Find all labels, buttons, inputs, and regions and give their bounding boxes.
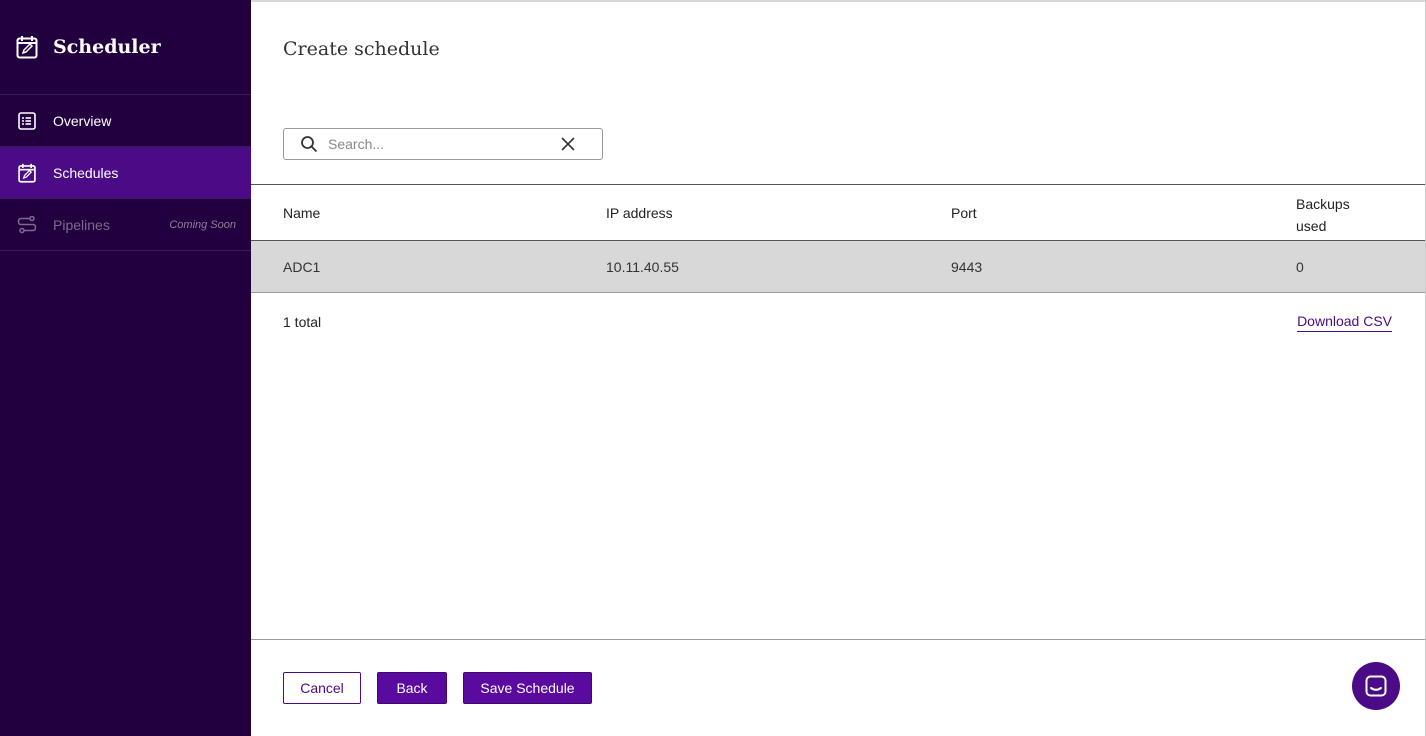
main-content: Create schedule Name IP address Port Bac… [251,0,1426,736]
cell-port: 9443 [951,259,983,275]
search-icon [301,136,318,153]
coming-soon-badge: Coming Soon [169,219,236,231]
sidebar-item-label: Schedules [53,164,119,181]
back-button[interactable]: Back [377,672,447,704]
sidebar-item-label: Pipelines [53,216,110,233]
sidebar-item-schedules[interactable]: Schedules [0,147,251,199]
devices-table: Name IP address Port Backups used ADC1 1… [251,184,1426,293]
page-title: Create schedule [283,38,440,60]
sidebar-item-label: Overview [53,112,112,129]
cell-name: ADC1 [283,259,321,275]
total-count: 1 total [283,314,322,330]
sidebar: Scheduler Overview Schedules Pipelines C… [0,0,251,736]
download-csv-link[interactable]: Download CSV [1297,313,1392,329]
cell-backups-used: 0 [1296,259,1304,275]
table-header: Name IP address Port Backups used [251,184,1426,241]
column-header-name[interactable]: Name [283,205,320,221]
cancel-button[interactable]: Cancel [283,672,361,704]
app-title: Scheduler [53,36,161,58]
list-icon [17,111,37,131]
column-header-backups-used[interactable]: Backups used [1296,193,1376,237]
save-schedule-button[interactable]: Save Schedule [463,672,592,704]
sidebar-item-overview[interactable]: Overview [0,95,251,147]
chat-button[interactable] [1352,662,1400,710]
column-header-ip[interactable]: IP address [606,205,673,221]
column-header-port[interactable]: Port [951,205,977,221]
pipeline-icon [17,215,37,235]
footer-divider [251,639,1426,640]
sidebar-item-pipelines: Pipelines Coming Soon [0,199,251,251]
calendar-edit-icon [16,36,38,59]
search-input[interactable] [326,135,550,153]
calendar-edit-icon [17,163,37,183]
table-row[interactable]: ADC1 10.11.40.55 9443 0 [251,241,1426,293]
sidebar-brand: Scheduler [0,0,251,95]
chat-icon [1365,675,1387,697]
close-icon[interactable] [560,136,576,152]
cell-ip: 10.11.40.55 [606,259,679,275]
search-box [283,128,603,160]
